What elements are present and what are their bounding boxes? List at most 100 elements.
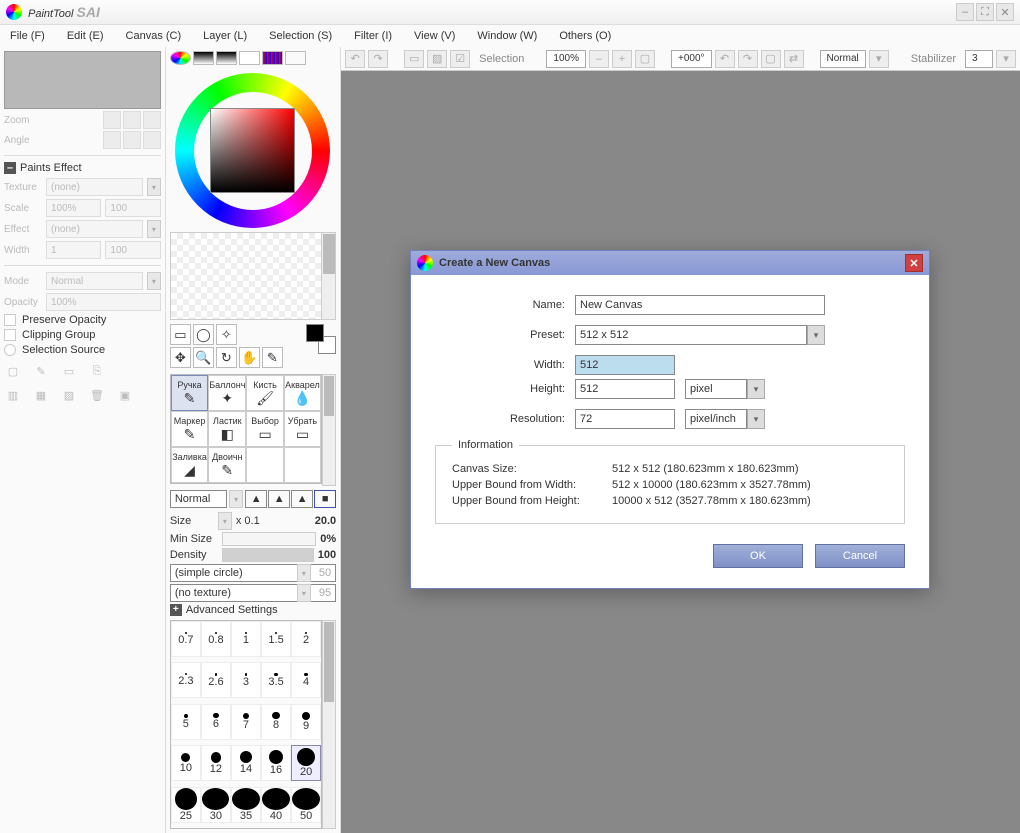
brush-size-50[interactable]: 50: [291, 787, 321, 823]
brush-size-0.7[interactable]: 0.7: [171, 621, 201, 657]
stabilizer-dropdown-tb[interactable]: ▾: [996, 50, 1016, 68]
angle-display[interactable]: +000°: [671, 50, 712, 68]
blend-display[interactable]: Normal: [820, 50, 866, 68]
effect-width-value[interactable]: 1: [46, 241, 101, 259]
zoom-out-tb[interactable]: –: [589, 50, 609, 68]
brush-Маркер[interactable]: Маркер✎: [171, 411, 208, 447]
transfer-down-icon[interactable]: ▦: [32, 386, 50, 404]
brush-size-16[interactable]: 16: [261, 745, 291, 781]
show-select-button[interactable]: ☑: [450, 50, 470, 68]
brush-shape-select[interactable]: (simple circle)50: [170, 564, 336, 582]
preserve-opacity-checkbox[interactable]: Preserve Opacity: [4, 314, 161, 326]
paints-effect-header[interactable]: –Paints Effect: [4, 162, 161, 174]
menu-edit[interactable]: Edit (E): [67, 30, 104, 42]
maximize-button[interactable]: ⛶: [976, 3, 994, 21]
zoom-fit-tb[interactable]: ▢: [635, 50, 655, 68]
new-linework-icon[interactable]: ✎: [32, 362, 50, 380]
blend-dropdown-tb[interactable]: ▾: [869, 50, 889, 68]
preset-dropdown-icon[interactable]: ▾: [807, 325, 825, 345]
brush-size-2.6[interactable]: 2.6: [201, 662, 231, 698]
mode-select[interactable]: Normal: [46, 272, 143, 290]
opacity-value[interactable]: 100%: [46, 293, 161, 311]
move-tool[interactable]: ✥: [170, 347, 191, 368]
clipping-group-checkbox[interactable]: Clipping Group: [4, 329, 161, 341]
edge-med2-icon[interactable]: ▲: [291, 490, 313, 508]
unit-dropdown-icon[interactable]: ▾: [747, 379, 765, 399]
fg-color-icon[interactable]: [306, 324, 324, 342]
menu-file[interactable]: File (F): [10, 30, 45, 42]
minimize-button[interactable]: –: [956, 3, 974, 21]
brush-Кисть[interactable]: Кисть🖌: [246, 375, 283, 411]
brush-size-8[interactable]: 8: [261, 704, 291, 740]
zoom-tool[interactable]: 🔍: [193, 347, 214, 368]
name-input[interactable]: [575, 295, 825, 315]
brush-size-20[interactable]: 20: [291, 745, 321, 781]
zoom-out-button[interactable]: [103, 111, 121, 129]
angle-cw-button[interactable]: [123, 131, 141, 149]
brush-blend-select[interactable]: Normal: [170, 490, 227, 508]
flip-h-tb[interactable]: ⇄: [784, 50, 804, 68]
eyedropper-tool[interactable]: ✎: [262, 347, 283, 368]
brush-size-9[interactable]: 9: [291, 704, 321, 740]
brush-size-4[interactable]: 4: [291, 662, 321, 698]
brush-Ручка[interactable]: Ручка✎: [171, 375, 208, 411]
dialog-titlebar[interactable]: Create a New Canvas ✕: [411, 251, 929, 275]
brush-empty[interactable]: [246, 447, 283, 483]
rgb-slider-tab-icon[interactable]: [193, 51, 214, 65]
brush-texture-select[interactable]: (no texture)95: [170, 584, 336, 602]
color-square[interactable]: [210, 108, 295, 193]
color-wheel[interactable]: [175, 73, 330, 228]
edge-soft-icon[interactable]: ▲: [245, 490, 267, 508]
swatch-grid[interactable]: [170, 232, 336, 320]
stabilizer-value[interactable]: 3: [965, 50, 993, 68]
brush-size-2.3[interactable]: 2.3: [171, 662, 201, 698]
brush-size-1.5[interactable]: 1.5: [261, 621, 291, 657]
brush-blend-dropdown-icon[interactable]: [229, 490, 243, 508]
swatch-scrollbar[interactable]: [321, 233, 335, 319]
effect-dropdown-icon[interactable]: [147, 220, 161, 238]
brush-size-14[interactable]: 14: [231, 745, 261, 781]
mode-dropdown-icon[interactable]: [147, 272, 161, 290]
brush-size-30[interactable]: 30: [201, 787, 231, 823]
brush-Двоичн[interactable]: Двоичн✎: [208, 447, 246, 483]
redo-button[interactable]: ↷: [368, 50, 388, 68]
brush-size-0.8[interactable]: 0.8: [201, 621, 231, 657]
effect-select[interactable]: (none): [46, 220, 143, 238]
dotgrid-scrollbar[interactable]: [322, 620, 336, 829]
advanced-settings-header[interactable]: +Advanced Settings: [170, 604, 336, 616]
brush-size-35[interactable]: 35: [231, 787, 261, 823]
menu-canvas[interactable]: Canvas (C): [126, 30, 182, 42]
width-input[interactable]: [575, 355, 675, 375]
new-layer-icon[interactable]: ▢: [4, 362, 22, 380]
mixer-tab-icon[interactable]: [239, 51, 260, 65]
undo-button[interactable]: ↶: [345, 50, 365, 68]
resolution-input[interactable]: [575, 409, 675, 429]
zoom-reset-button[interactable]: [143, 111, 161, 129]
rotate-tool[interactable]: ↻: [216, 347, 237, 368]
brush-size-25[interactable]: 25: [171, 787, 201, 823]
flatten-icon[interactable]: ▣: [116, 386, 134, 404]
menu-window[interactable]: Window (W): [477, 30, 537, 42]
brush-scrollbar[interactable]: [322, 374, 336, 486]
zoom-display[interactable]: 100%: [546, 50, 586, 68]
scale-num[interactable]: 100: [105, 199, 160, 217]
copy-layer-icon[interactable]: ⎘: [88, 362, 106, 380]
brush-Баллонч[interactable]: Баллонч✦: [208, 375, 246, 411]
delete-layer-icon[interactable]: 🗑: [88, 386, 106, 404]
edge-hard-icon[interactable]: ■: [314, 490, 336, 508]
brush-size-40[interactable]: 40: [261, 787, 291, 823]
brush-size-10[interactable]: 10: [171, 745, 201, 781]
menu-filter[interactable]: Filter (I): [354, 30, 392, 42]
menu-selection[interactable]: Selection (S): [269, 30, 332, 42]
brush-Заливка[interactable]: Заливка◢: [171, 447, 208, 483]
texture-dropdown-icon[interactable]: [147, 178, 161, 196]
menu-view[interactable]: View (V): [414, 30, 455, 42]
brush-size-2[interactable]: 2: [291, 621, 321, 657]
brush-Акварел[interactable]: Акварел💧: [284, 375, 321, 411]
hand-tool[interactable]: ✋: [239, 347, 260, 368]
merge-down-icon[interactable]: ▥: [4, 386, 22, 404]
scratchpad-tab-icon[interactable]: [285, 51, 306, 65]
cancel-button[interactable]: Cancel: [815, 544, 905, 568]
hsv-slider-tab-icon[interactable]: [216, 51, 237, 65]
brush-size-6[interactable]: 6: [201, 704, 231, 740]
